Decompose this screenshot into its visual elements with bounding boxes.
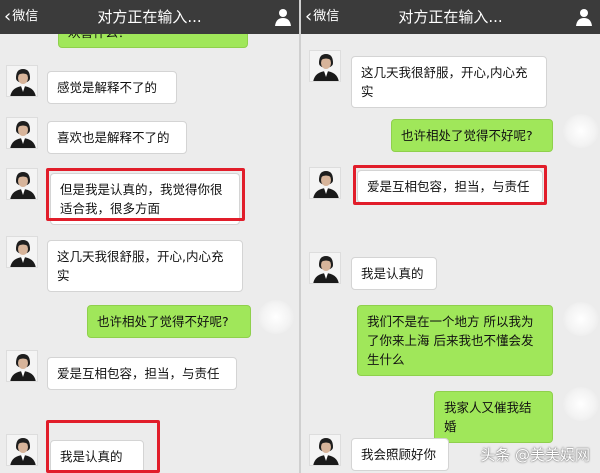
blurred-self-avatar xyxy=(258,300,294,334)
outgoing-message-bubble: 我家人又催我结婚 xyxy=(434,391,553,443)
contact-avatar[interactable] xyxy=(6,434,38,466)
chat-header: ‹ 微信 对方正在输入... xyxy=(301,0,600,34)
outgoing-message-bubble: 也许相处了觉得不好呢? xyxy=(391,119,553,152)
incoming-message-bubble: 这几天我很舒服，开心,内心充实 xyxy=(47,240,243,292)
incoming-message-bubble: 爱是互相包容，担当，与责任 xyxy=(47,357,237,390)
contact-avatar[interactable] xyxy=(6,236,38,268)
contact-avatar[interactable] xyxy=(6,168,38,200)
watermark: 头条 @美美娱网 xyxy=(480,446,590,464)
chat-title: 对方正在输入... xyxy=(398,8,503,26)
incoming-message-bubble: 这几天我很舒服，开心,内心充实 xyxy=(351,56,547,108)
red-highlight-box xyxy=(353,165,547,205)
incoming-message-bubble: 我会照顾好你 xyxy=(351,438,449,471)
contact-avatar[interactable] xyxy=(6,117,38,149)
contact-avatar[interactable] xyxy=(309,167,341,199)
contact-avatar[interactable] xyxy=(6,65,38,97)
blurred-self-avatar xyxy=(563,302,599,336)
outgoing-message-bubble: 也许相处了觉得不好呢? xyxy=(87,305,251,338)
incoming-message-bubble: 喜欢也是解释不了的 xyxy=(47,121,187,154)
chat-title: 对方正在输入... xyxy=(97,8,202,26)
incoming-message-bubble: 我是认真的 xyxy=(351,257,437,290)
contact-profile-icon[interactable] xyxy=(574,7,594,27)
incoming-message-bubble: 感觉是解释不了的 xyxy=(47,71,177,104)
red-highlight-box xyxy=(46,168,245,221)
blurred-self-avatar xyxy=(563,114,599,148)
red-highlight-box xyxy=(46,420,160,473)
contact-avatar[interactable] xyxy=(309,434,341,466)
blurred-self-avatar xyxy=(563,387,599,421)
right-chat-screen: ‹ 微信 对方正在输入... 这几天我很舒服，开心,内心充实 也许相处了觉得不好呢… xyxy=(301,0,600,473)
outgoing-message-bubble: 我们不是在一个地方 所以我为了你来上海 后来我也不懂会发生什么 xyxy=(357,305,553,376)
contact-profile-icon[interactable] xyxy=(273,7,293,27)
contact-avatar[interactable] xyxy=(309,50,341,82)
chat-header: ‹ 微信 对方正在输入... xyxy=(0,0,299,34)
contact-avatar[interactable] xyxy=(6,350,38,382)
left-chat-screen: 欢喜什么？ ‹微信 对方正在输入... 感觉是解释不了的 喜欢也是解释不了的 但… xyxy=(0,0,299,473)
contact-avatar[interactable] xyxy=(309,252,341,284)
